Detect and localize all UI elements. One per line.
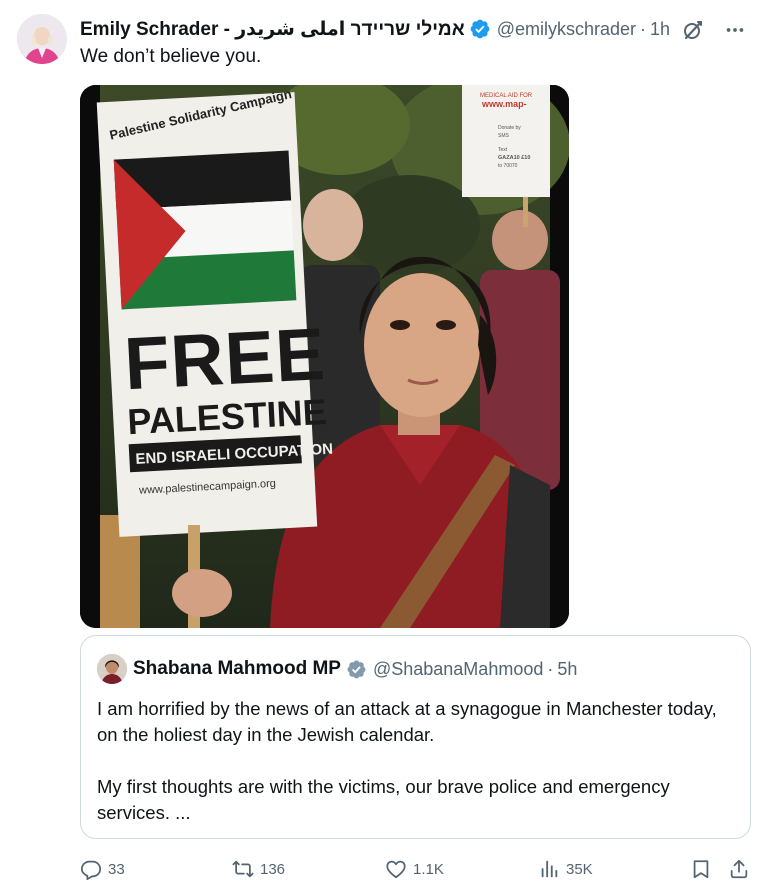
tweet-text: We don’t believe you. (80, 46, 262, 67)
quoted-author-display-name: Shabana Mahmood MP (133, 658, 341, 679)
views-button[interactable]: 35K (538, 852, 593, 886)
author-avatar[interactable] (17, 14, 67, 64)
government-verified-badge-icon (347, 660, 366, 678)
author-handle[interactable]: @emilykschrader (497, 19, 636, 40)
tweet-timestamp[interactable]: 1h (650, 19, 670, 40)
back-sign-text-label: Text (498, 147, 508, 153)
protest-photo: MEDICAL AID FOR www.map- Donate by SMS T… (80, 85, 569, 628)
repost-icon (232, 860, 254, 878)
sign-headline-1: FREE (122, 312, 327, 405)
repost-count: 136 (260, 860, 286, 878)
quoted-tweet[interactable]: Shabana Mahmood MP @ShabanaMahmood · 5h … (80, 635, 751, 839)
back-sign-code: GAZA10 £10 (498, 155, 530, 161)
verified-badge-icon[interactable] (469, 18, 491, 40)
more-options-button[interactable] (722, 17, 748, 43)
reply-count: 33 (108, 860, 125, 878)
repost-button[interactable]: 136 (232, 852, 285, 886)
quoted-author-avatar (97, 654, 127, 684)
grok-icon (684, 20, 703, 40)
bookmark-icon (693, 860, 709, 879)
analytics-icon (541, 860, 558, 878)
heart-icon (386, 860, 406, 879)
quoted-paragraph-2: My first thoughts are with the victims, … (97, 776, 670, 823)
quoted-author-handle: @ShabanaMahmood (372, 658, 544, 679)
quoted-tweet-text: I am horrified by the news of an attack … (97, 696, 737, 826)
reply-icon (80, 860, 102, 880)
back-sign-sms: SMS (498, 133, 510, 139)
quoted-time-separator: · (547, 658, 554, 679)
quoted-tweet-header: Shabana Mahmood MP @ShabanaMahmood · 5h (97, 654, 577, 684)
tweet-media-photo[interactable]: MEDICAL AID FOR www.map- Donate by SMS T… (80, 85, 569, 628)
grok-button[interactable] (680, 17, 706, 43)
tweet-header: Emily Schrader - אמילי שריידר املی شریدر… (80, 15, 748, 43)
back-sign-donate: Donate by (498, 125, 521, 131)
quoted-paragraph-1: I am horrified by the news of an attack … (97, 698, 717, 745)
quoted-timestamp: 5h (557, 658, 578, 679)
time-separator: · (640, 18, 646, 39)
more-icon (726, 28, 744, 32)
back-sign-to: to 70070 (498, 163, 518, 169)
author-display-name[interactable]: Emily Schrader - אמילי שריידר املی شریدر (80, 18, 465, 41)
bookmark-button[interactable] (690, 852, 712, 886)
reply-button[interactable]: 33 (80, 852, 125, 886)
share-icon (730, 859, 748, 879)
author-avatar-image (17, 14, 67, 64)
tweet-action-bar: 33 136 1.1K 35K (80, 852, 752, 886)
like-button[interactable]: 1.1K (385, 852, 444, 886)
share-button[interactable] (728, 852, 750, 886)
view-count: 35K (566, 860, 593, 878)
back-sign-url: www.map- (481, 99, 527, 109)
like-count: 1.1K (413, 860, 444, 878)
quoted-author-avatar-image (97, 654, 127, 684)
